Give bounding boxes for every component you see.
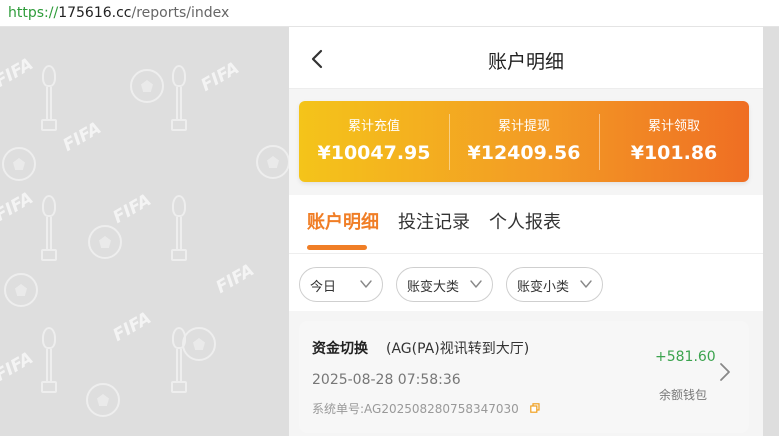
fifa-watermark: FIFA xyxy=(0,188,37,226)
date-filter-dropdown[interactable]: 今日 xyxy=(299,267,383,302)
chevron-down-icon xyxy=(360,280,372,288)
record-amount: +581.60 xyxy=(655,349,716,365)
chevron-right-icon[interactable] xyxy=(719,361,731,383)
address-bar[interactable]: https://175616.cc/reports/index xyxy=(0,0,779,27)
fifa-watermark: FIFA xyxy=(109,308,155,346)
nav-bar: 账户明细 xyxy=(289,27,763,89)
trophy-icon xyxy=(171,195,187,265)
summary-card: 累计充值 ¥10047.95 累计提现 ¥12409.56 累计领取 ¥101.… xyxy=(299,101,749,182)
url-scheme: https:// xyxy=(8,5,59,21)
transaction-record[interactable]: 资金切换 (AG(PA)视讯转到大厅) +581.60 2025-08-28 0… xyxy=(299,321,749,433)
trophy-icon xyxy=(41,327,57,397)
fifa-watermark: FIFA xyxy=(59,118,105,156)
summary-total-deposit: 累计充值 ¥10047.95 xyxy=(299,101,449,182)
fifa-watermark: FIFA xyxy=(212,260,258,298)
trophy-icon xyxy=(171,327,187,397)
summary-value: ¥12409.56 xyxy=(467,142,581,164)
soccer-ball-icon xyxy=(86,383,120,417)
background-pattern-left: FIFA FIFA FIFA FIFA FIFA FIFA FIFA FIFA xyxy=(0,27,289,436)
record-time: 2025-08-28 07:58:36 xyxy=(312,372,461,388)
url-path: /reports/index xyxy=(131,5,230,21)
order-number: AG202508280758347030 xyxy=(364,402,519,416)
tab-bet-records[interactable]: 投注记录 xyxy=(398,208,470,234)
fifa-watermark: FIFA xyxy=(109,190,155,228)
background-pattern-right xyxy=(763,27,779,436)
filter-bar: 今日 账变大类 账变小类 xyxy=(289,253,763,311)
filter-label: 今日 xyxy=(310,280,337,295)
filter-label: 账变小类 xyxy=(517,280,570,295)
fifa-watermark: FIFA xyxy=(0,348,37,386)
tab-account-details[interactable]: 账户明细 xyxy=(307,208,379,234)
summary-value: ¥10047.95 xyxy=(317,142,431,164)
soccer-ball-icon xyxy=(256,145,289,179)
chevron-down-icon xyxy=(470,280,482,288)
tab-bar: 账户明细 投注记录 个人报表 xyxy=(289,195,763,253)
trophy-icon xyxy=(41,195,57,265)
tab-personal-report[interactable]: 个人报表 xyxy=(489,208,561,234)
account-details-page: 账户明细 累计充值 ¥10047.95 累计提现 ¥12409.56 累计领取 … xyxy=(289,27,763,436)
soccer-ball-icon xyxy=(4,273,38,307)
page-title: 账户明细 xyxy=(487,51,564,73)
summary-total-withdrawal: 累计提现 ¥12409.56 xyxy=(449,101,599,182)
record-description: (AG(PA)视讯转到大厅) xyxy=(386,341,530,357)
soccer-ball-icon xyxy=(2,147,36,181)
subcategory-filter-dropdown[interactable]: 账变小类 xyxy=(506,267,603,302)
record-order-number: 系统单号:AG202508280758347030 xyxy=(312,400,519,417)
order-label: 系统单号: xyxy=(312,402,365,416)
record-wallet: 余额钱包 xyxy=(659,388,708,402)
chevron-down-icon xyxy=(580,280,592,288)
fifa-watermark: FIFA xyxy=(197,58,243,96)
summary-value: ¥101.86 xyxy=(630,142,718,164)
trophy-icon xyxy=(41,65,57,135)
url-host: 175616.cc xyxy=(58,5,132,21)
category-filter-dropdown[interactable]: 账变大类 xyxy=(396,267,493,302)
copy-icon[interactable] xyxy=(530,403,540,413)
trophy-icon xyxy=(171,65,187,135)
soccer-ball-icon xyxy=(130,69,164,103)
active-tab-indicator xyxy=(307,245,367,250)
filter-label: 账变大类 xyxy=(407,280,460,295)
summary-label: 累计充值 xyxy=(347,119,400,134)
summary-total-claimed: 累计领取 ¥101.86 xyxy=(599,101,749,182)
soccer-ball-icon xyxy=(182,327,216,361)
soccer-ball-icon xyxy=(88,225,122,259)
record-type: 资金切换 xyxy=(312,341,368,357)
summary-label: 累计提现 xyxy=(497,119,550,134)
summary-label: 累计领取 xyxy=(647,119,700,134)
fifa-watermark: FIFA xyxy=(0,54,37,92)
